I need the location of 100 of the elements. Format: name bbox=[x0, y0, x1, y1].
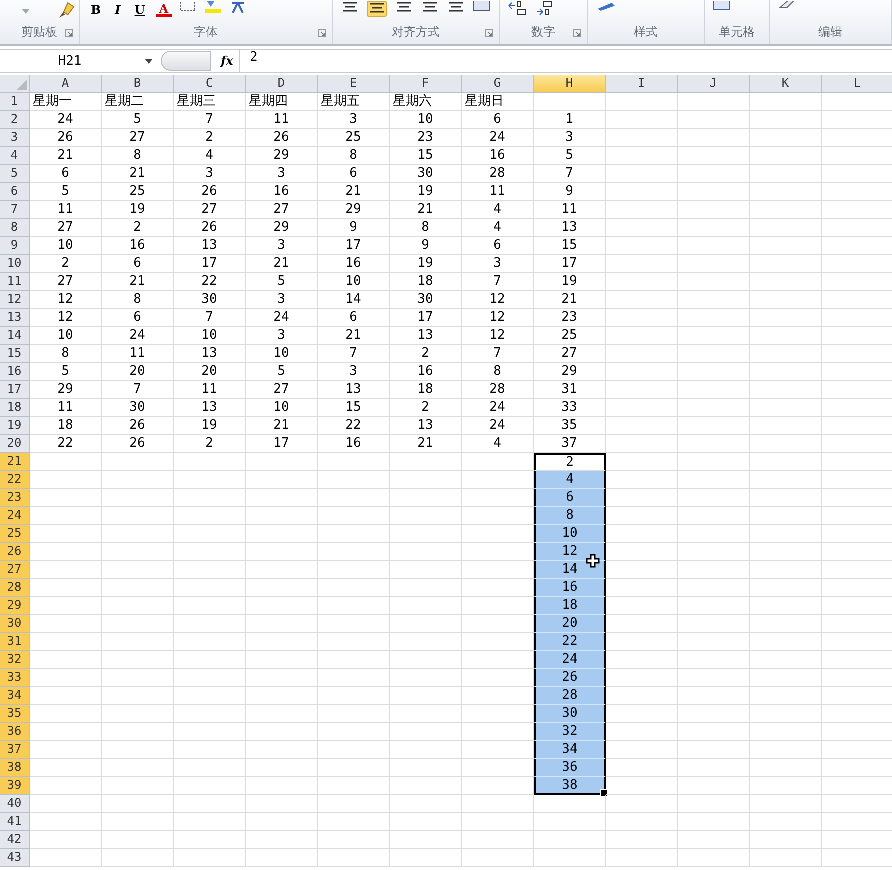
table-cell[interactable]: 7 bbox=[462, 273, 534, 291]
table-cell[interactable] bbox=[174, 849, 246, 867]
font-format-button[interactable]: A bbox=[156, 2, 172, 17]
table-cell[interactable] bbox=[606, 651, 678, 669]
table-cell[interactable] bbox=[246, 705, 318, 723]
table-cell[interactable]: 11 bbox=[102, 345, 174, 363]
align-icon[interactable] bbox=[395, 1, 413, 15]
table-cell[interactable] bbox=[678, 435, 750, 453]
table-cell[interactable]: 12 bbox=[462, 327, 534, 345]
table-cell[interactable] bbox=[678, 309, 750, 327]
table-cell[interactable]: 星期六 bbox=[390, 93, 462, 111]
row-header[interactable]: 29 bbox=[0, 597, 30, 615]
row-header[interactable]: 7 bbox=[0, 201, 30, 219]
table-cell[interactable] bbox=[246, 741, 318, 759]
table-cell[interactable] bbox=[750, 399, 822, 417]
row-header[interactable]: 30 bbox=[0, 615, 30, 633]
table-cell[interactable]: 12 bbox=[462, 309, 534, 327]
table-cell[interactable]: 2 bbox=[30, 255, 102, 273]
table-cell[interactable]: 35 bbox=[534, 417, 606, 435]
table-cell[interactable] bbox=[750, 183, 822, 201]
table-cell[interactable]: 6 bbox=[102, 309, 174, 327]
table-cell[interactable]: 星期一 bbox=[30, 93, 102, 111]
table-cell[interactable]: 18 bbox=[390, 381, 462, 399]
table-cell[interactable] bbox=[318, 741, 390, 759]
table-cell[interactable] bbox=[606, 705, 678, 723]
table-cell[interactable] bbox=[174, 777, 246, 795]
table-cell[interactable] bbox=[318, 795, 390, 813]
table-cell[interactable] bbox=[606, 93, 678, 111]
table-cell[interactable] bbox=[102, 489, 174, 507]
table-cell[interactable]: 38 bbox=[534, 777, 606, 795]
table-cell[interactable]: 18 bbox=[534, 597, 606, 615]
fill-color-icon[interactable] bbox=[204, 1, 222, 13]
row-header[interactable]: 24 bbox=[0, 507, 30, 525]
table-cell[interactable] bbox=[606, 831, 678, 849]
table-cell[interactable] bbox=[750, 201, 822, 219]
table-cell[interactable] bbox=[750, 309, 822, 327]
table-cell[interactable] bbox=[750, 669, 822, 687]
table-cell[interactable]: 11 bbox=[30, 201, 102, 219]
table-cell[interactable]: 4 bbox=[462, 201, 534, 219]
table-cell[interactable]: 6 bbox=[534, 489, 606, 507]
table-cell[interactable] bbox=[246, 669, 318, 687]
table-cell[interactable] bbox=[606, 237, 678, 255]
table-cell[interactable] bbox=[750, 417, 822, 435]
column-header[interactable]: B bbox=[102, 75, 174, 93]
table-cell[interactable]: 21 bbox=[246, 417, 318, 435]
table-cell[interactable] bbox=[750, 453, 822, 471]
column-header[interactable]: D bbox=[246, 75, 318, 93]
table-cell[interactable]: 3 bbox=[246, 291, 318, 309]
table-cell[interactable]: 8 bbox=[318, 147, 390, 165]
table-cell[interactable] bbox=[678, 687, 750, 705]
table-cell[interactable] bbox=[318, 705, 390, 723]
row-header[interactable]: 10 bbox=[0, 255, 30, 273]
table-cell[interactable] bbox=[102, 615, 174, 633]
table-cell[interactable] bbox=[462, 795, 534, 813]
table-cell[interactable] bbox=[534, 813, 606, 831]
column-header[interactable]: I bbox=[606, 75, 678, 93]
table-cell[interactable] bbox=[606, 597, 678, 615]
table-cell[interactable] bbox=[750, 705, 822, 723]
table-cell[interactable]: 30 bbox=[390, 165, 462, 183]
table-cell[interactable] bbox=[678, 381, 750, 399]
table-cell[interactable] bbox=[174, 633, 246, 651]
table-cell[interactable] bbox=[390, 723, 462, 741]
table-cell[interactable] bbox=[750, 255, 822, 273]
table-cell[interactable] bbox=[606, 507, 678, 525]
row-header[interactable]: 22 bbox=[0, 471, 30, 489]
table-cell[interactable] bbox=[246, 453, 318, 471]
table-cell[interactable]: 星期五 bbox=[318, 93, 390, 111]
eraser-icon[interactable] bbox=[778, 1, 796, 9]
table-cell[interactable] bbox=[606, 273, 678, 291]
row-header[interactable]: 15 bbox=[0, 345, 30, 363]
table-cell[interactable]: 24 bbox=[30, 111, 102, 129]
table-cell[interactable]: 16 bbox=[318, 435, 390, 453]
row-header[interactable]: 26 bbox=[0, 543, 30, 561]
table-cell[interactable] bbox=[606, 165, 678, 183]
font-format-button[interactable]: I bbox=[112, 2, 124, 17]
table-cell[interactable]: 8 bbox=[390, 219, 462, 237]
table-cell[interactable]: 星期四 bbox=[246, 93, 318, 111]
table-cell[interactable]: 8 bbox=[102, 291, 174, 309]
table-cell[interactable] bbox=[246, 849, 318, 867]
table-cell[interactable] bbox=[30, 669, 102, 687]
table-cell[interactable]: 9 bbox=[318, 219, 390, 237]
table-cell[interactable]: 19 bbox=[390, 183, 462, 201]
table-cell[interactable]: 27 bbox=[30, 273, 102, 291]
table-cell[interactable] bbox=[246, 561, 318, 579]
table-cell[interactable] bbox=[750, 687, 822, 705]
table-cell[interactable]: 17 bbox=[534, 255, 606, 273]
table-cell[interactable] bbox=[102, 741, 174, 759]
table-cell[interactable] bbox=[678, 525, 750, 543]
row-header[interactable]: 34 bbox=[0, 687, 30, 705]
table-cell[interactable] bbox=[750, 579, 822, 597]
table-cell[interactable]: 星期三 bbox=[174, 93, 246, 111]
table-cell[interactable]: 1 bbox=[534, 111, 606, 129]
table-cell[interactable] bbox=[606, 453, 678, 471]
row-header[interactable]: 11 bbox=[0, 273, 30, 291]
table-cell[interactable] bbox=[678, 291, 750, 309]
table-cell[interactable]: 21 bbox=[390, 435, 462, 453]
column-header[interactable]: H bbox=[534, 75, 606, 93]
table-cell[interactable] bbox=[174, 507, 246, 525]
name-box[interactable]: H21 bbox=[0, 54, 140, 68]
table-cell[interactable] bbox=[174, 543, 246, 561]
